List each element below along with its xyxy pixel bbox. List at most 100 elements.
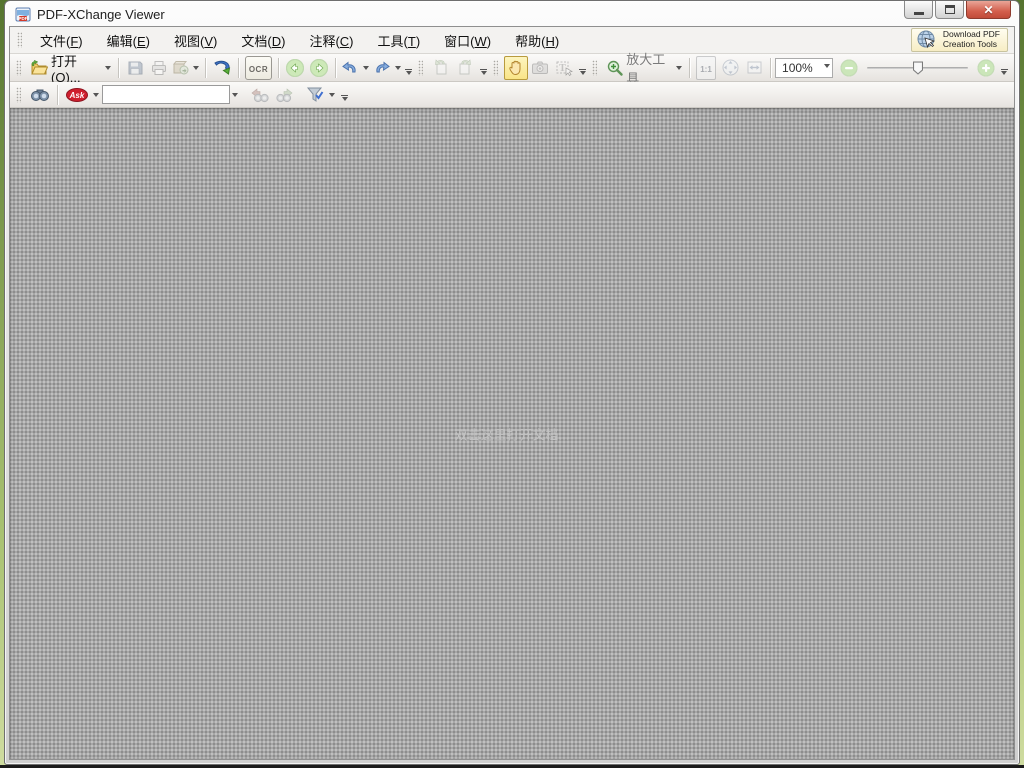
title-bar[interactable]: PDF PDF-XChange Viewer ✕ — [9, 1, 1015, 26]
rotate-ccw-icon — [432, 59, 450, 76]
globe-hand-icon — [916, 29, 938, 51]
snapshot-tool-button[interactable] — [528, 56, 552, 80]
minimize-button[interactable] — [904, 1, 933, 19]
rotate-ccw-button[interactable] — [429, 56, 453, 80]
ocr-button[interactable]: OCR — [243, 56, 274, 80]
toolbar-grip-rotate[interactable] — [418, 60, 423, 76]
open-dropdown-arrow — [105, 66, 111, 73]
search-filter-button[interactable] — [302, 83, 338, 107]
export-icon — [172, 60, 189, 76]
hand-tool-button[interactable] — [504, 56, 528, 80]
toolbar-overflow-button[interactable] — [341, 95, 348, 107]
redo-button[interactable] — [371, 56, 402, 80]
zoom-in-button[interactable] — [974, 56, 998, 80]
app-icon: PDF — [15, 7, 31, 23]
menu-document[interactable]: 文档(D) — [229, 27, 297, 54]
export-button[interactable] — [171, 56, 201, 80]
toolbar-separator — [335, 58, 336, 78]
zoom-level-dropdown-arrow — [824, 64, 830, 71]
go-back-button[interactable] — [283, 56, 307, 80]
toolbar-grip-tools[interactable] — [493, 60, 498, 76]
open-button-label: 打开(O)... — [51, 51, 98, 85]
back-icon — [285, 58, 305, 78]
window-controls: ✕ — [902, 1, 1011, 19]
toolbar-separator — [118, 58, 119, 78]
zoom-in-icon — [977, 59, 995, 77]
forward-icon — [309, 58, 329, 78]
menubar-grip[interactable] — [17, 32, 22, 48]
select-text-tool-button[interactable]: T — [552, 56, 576, 80]
toolbar-separator — [57, 85, 58, 105]
fit-page-icon — [722, 59, 739, 76]
undo-dropdown-arrow — [363, 66, 369, 73]
close-icon: ✕ — [983, 4, 993, 16]
zoom-slider[interactable] — [867, 58, 968, 78]
fit-page-button[interactable] — [718, 56, 742, 80]
search-history-dropdown-arrow[interactable] — [232, 93, 238, 100]
search-toolbar: Ask — [10, 82, 1014, 108]
maximize-button[interactable] — [935, 1, 964, 19]
redo-dropdown-arrow — [395, 66, 401, 73]
menu-window[interactable]: 窗口(W) — [432, 27, 503, 54]
menu-tools[interactable]: 工具(T) — [366, 27, 433, 54]
menu-comments[interactable]: 注释(C) — [297, 27, 365, 54]
toolbar-overflow-button[interactable] — [1001, 69, 1008, 81]
go-forward-button[interactable] — [307, 56, 331, 80]
zoom-slider-thumb[interactable] — [912, 61, 923, 75]
window-title: PDF-XChange Viewer — [37, 7, 165, 22]
open-folder-icon — [30, 60, 48, 76]
window-client-area: 文件(F) 编辑(E) 视图(V) 文档(D) 注释(C) 工具(T) 窗口(W… — [9, 26, 1015, 760]
toolbar-separator — [205, 58, 206, 78]
zoom-out-button[interactable] — [837, 56, 861, 80]
close-button[interactable]: ✕ — [966, 1, 1011, 19]
toolbar-overflow-button[interactable] — [480, 69, 487, 81]
zoom-out-icon — [840, 59, 858, 77]
menu-help[interactable]: 帮助(H) — [503, 27, 571, 54]
scan-button[interactable] — [210, 56, 234, 80]
svg-text:PDF: PDF — [19, 16, 28, 21]
menu-bar: 文件(F) 编辑(E) 视图(V) 文档(D) 注释(C) 工具(T) 窗口(W… — [10, 27, 1014, 54]
toolbar-overflow-button[interactable] — [405, 69, 412, 81]
toolbar-grip-file[interactable] — [16, 60, 21, 76]
print-button[interactable] — [147, 56, 171, 80]
search-previous-button[interactable] — [246, 83, 272, 107]
download-pdf-tools-button[interactable]: Download PDFCreation Tools — [911, 28, 1008, 52]
menu-view[interactable]: 视图(V) — [162, 27, 229, 54]
print-icon — [151, 60, 167, 76]
svg-text:T: T — [559, 63, 566, 74]
save-button[interactable] — [123, 56, 147, 80]
maximize-icon — [945, 5, 955, 14]
download-pdf-tools-label: Download PDFCreation Tools — [943, 30, 1000, 50]
zoom-tool-button[interactable]: 放大工具 — [603, 56, 685, 80]
minimize-icon — [914, 12, 924, 15]
undo-icon — [341, 60, 359, 76]
open-button[interactable]: 打开(O)... — [27, 56, 114, 80]
search-next-button[interactable] — [272, 83, 298, 107]
search-input[interactable] — [102, 85, 230, 104]
toolbar-grip-search[interactable] — [16, 87, 21, 103]
camera-icon — [531, 60, 549, 75]
document-area[interactable]: 双击这里打开文档... — [10, 108, 1014, 759]
toolbar-separator — [278, 58, 279, 78]
zoom-level-combobox[interactable]: 100% — [775, 58, 833, 78]
main-toolbar: 打开(O)... — [10, 54, 1014, 82]
search-button[interactable] — [27, 83, 53, 107]
actual-size-icon: 1:1 — [696, 56, 716, 80]
menu-file[interactable]: 文件(F) — [28, 27, 95, 54]
toolbar-grip-zoom[interactable] — [592, 60, 597, 76]
menu-edit[interactable]: 编辑(E) — [95, 27, 162, 54]
ocr-icon: OCR — [245, 56, 272, 80]
ask-search-provider-button[interactable]: Ask — [62, 83, 102, 107]
ask-logo-icon: Ask — [65, 87, 89, 103]
actual-size-button[interactable]: 1:1 — [694, 56, 718, 80]
zoom-tool-label: 放大工具 — [626, 49, 670, 87]
fit-width-button[interactable] — [742, 56, 766, 80]
search-previous-icon — [249, 87, 269, 103]
redo-icon — [373, 60, 391, 76]
undo-button[interactable] — [340, 56, 371, 80]
toolbar-separator — [689, 58, 690, 78]
rotate-cw-button[interactable] — [453, 56, 477, 80]
filter-dropdown-arrow — [329, 93, 335, 100]
toolbar-separator — [770, 58, 771, 78]
toolbar-overflow-button[interactable] — [579, 69, 586, 81]
